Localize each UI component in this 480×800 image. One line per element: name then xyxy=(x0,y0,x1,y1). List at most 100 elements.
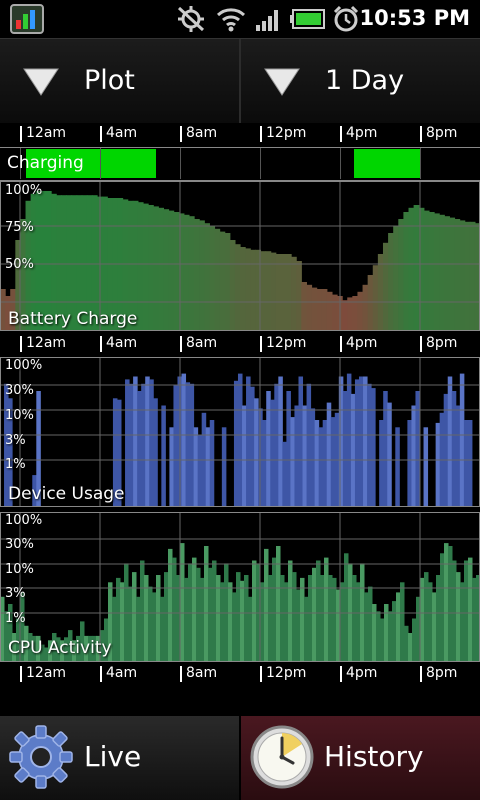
axis-label: 4am xyxy=(106,125,138,141)
device-usage-bar xyxy=(407,420,412,507)
battery-bar xyxy=(219,231,226,331)
battery-bar xyxy=(148,205,154,331)
battery-bar xyxy=(357,291,364,331)
axis-tick xyxy=(100,126,102,142)
battery-bar xyxy=(168,210,175,331)
plot-dropdown[interactable]: Plot xyxy=(0,39,239,123)
device-usage-bar xyxy=(358,376,364,507)
cpu-activity-bar xyxy=(196,567,201,662)
device-usage-bar xyxy=(363,376,368,507)
battery-bar xyxy=(398,219,405,331)
cpu-activity-bar xyxy=(204,546,209,662)
battery-bar xyxy=(240,247,246,331)
axis-label: 12am xyxy=(26,335,67,351)
battery-bar xyxy=(326,291,333,331)
grid-line xyxy=(260,148,261,179)
device-usage-bar xyxy=(270,399,275,507)
battery-bar xyxy=(403,212,410,331)
history-button[interactable]: History xyxy=(241,716,480,800)
device-usage-bar xyxy=(395,427,400,507)
axis-label: 12pm xyxy=(266,665,307,681)
cpu-tick-30: 30% xyxy=(5,537,34,552)
battery-bar xyxy=(352,296,359,331)
battery-bar xyxy=(301,282,307,331)
cpu-activity-bar xyxy=(472,577,477,662)
cpu-activity-bar xyxy=(276,546,281,662)
device-usage-bar xyxy=(242,405,247,507)
device-usage-bar xyxy=(161,405,166,507)
device-usage-bar xyxy=(266,391,271,507)
axis-tick xyxy=(100,336,102,352)
battery-bar xyxy=(449,217,456,331)
device-usage-bar xyxy=(290,417,295,507)
device-usage-bar xyxy=(233,380,239,507)
cpu-activity-bar xyxy=(456,572,461,662)
device-usage-bar xyxy=(149,379,154,507)
device-usage-bar xyxy=(367,383,372,507)
axis-tick xyxy=(420,126,422,142)
battery-bar xyxy=(423,210,430,331)
range-dropdown[interactable]: 1 Day xyxy=(241,39,480,123)
device-usage-bar xyxy=(237,373,243,507)
cpu-tick-10: 10% xyxy=(5,562,34,577)
device-usage-bar xyxy=(463,420,469,507)
device-usage-bar xyxy=(435,422,441,507)
device-usage-bar xyxy=(137,391,142,507)
device-usage-bar xyxy=(278,376,283,507)
charging-strip: Charging xyxy=(0,147,480,181)
axis-label: 12am xyxy=(26,665,67,681)
clock-icon xyxy=(250,725,314,789)
device-usage-bar xyxy=(451,391,457,507)
cpu-activity-bar xyxy=(212,560,217,662)
device-usage-bar xyxy=(314,420,320,507)
dropdown-arrow-icon xyxy=(23,68,59,96)
battery-bar xyxy=(275,254,282,331)
cpu-activity-bar xyxy=(296,589,301,662)
device-usage-bar xyxy=(411,405,416,507)
axis-tick xyxy=(340,336,342,352)
battery-bar xyxy=(173,212,180,331)
top-toolbar: Plot 1 Day xyxy=(0,38,480,123)
cpu-activity-bar xyxy=(112,596,117,662)
battery-tick-50: 50% xyxy=(5,257,34,272)
axis-label: 8pm xyxy=(426,335,458,351)
axis-tick xyxy=(20,336,22,352)
battery-bar xyxy=(382,242,389,331)
battery-bar xyxy=(245,248,251,331)
battery-bar xyxy=(285,254,292,331)
cpu-activity-bar xyxy=(376,611,381,662)
axis-tick xyxy=(260,126,262,142)
device-usage-bar xyxy=(246,376,251,507)
battery-bar xyxy=(311,287,318,331)
cpu-activity-bar xyxy=(396,592,401,662)
time-axis-bottom: 12am 4am 8am 12pm 4pm 8pm xyxy=(0,662,480,686)
device-usage-bar xyxy=(322,420,328,507)
device-usage-bar xyxy=(354,379,360,507)
charging-label: Charging xyxy=(7,153,84,173)
device-usage-bar xyxy=(294,405,299,507)
cpu-activity-bar xyxy=(420,577,425,662)
device-usage-bar xyxy=(383,391,388,507)
device-usage-bar xyxy=(262,420,267,507)
cpu-activity-bar xyxy=(468,557,473,662)
device-usage-bar xyxy=(250,386,255,507)
device-usage-bar xyxy=(455,405,461,507)
cpu-activity-bar xyxy=(300,577,305,662)
device-usage-bar xyxy=(423,427,429,507)
device-usage-bar xyxy=(169,427,174,507)
live-button-label: Live xyxy=(84,740,142,773)
device-usage-bar xyxy=(415,391,420,507)
device-usage-bar xyxy=(350,393,356,507)
bottom-bar: Live History xyxy=(0,716,480,800)
battery-bar xyxy=(434,213,440,331)
cpu-activity-bar xyxy=(356,582,361,662)
cpu-activity-bar xyxy=(236,572,241,662)
battery-bar xyxy=(331,294,338,331)
battery-label: Battery Charge xyxy=(8,309,138,329)
cpu-activity-bar xyxy=(380,618,385,662)
device-usage-bar xyxy=(379,420,384,507)
live-button[interactable]: Live xyxy=(0,716,239,800)
device-usage-bar xyxy=(205,427,211,507)
grid-line xyxy=(420,148,421,179)
axis-tick xyxy=(260,666,262,682)
